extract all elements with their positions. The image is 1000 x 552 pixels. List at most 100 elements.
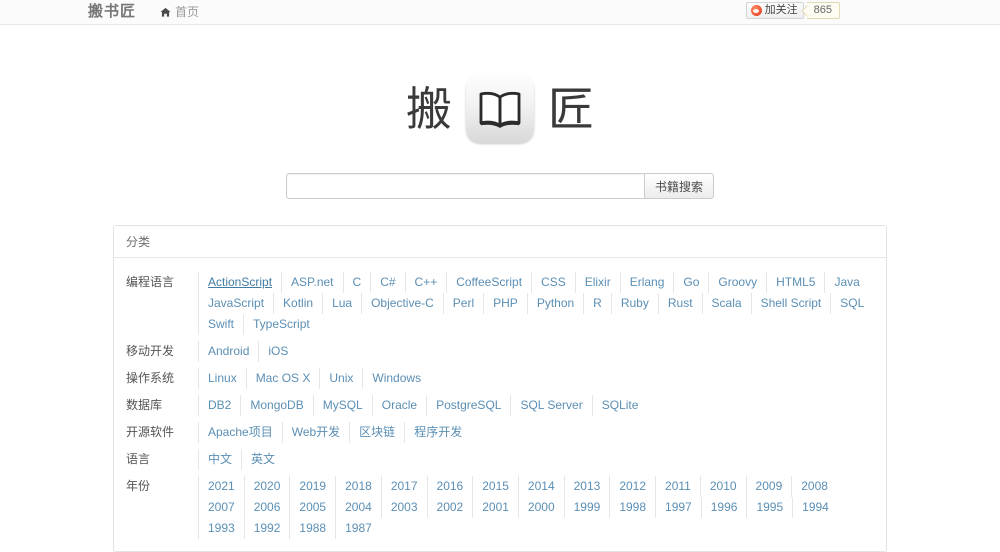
category-link[interactable]: 2012 <box>609 476 655 497</box>
category-row-label: 数据库 <box>126 398 163 412</box>
category-link[interactable]: 2020 <box>243 476 290 497</box>
nav-item-home[interactable]: 首页 <box>160 0 199 24</box>
category-link[interactable]: 2010 <box>699 476 746 497</box>
category-link[interactable]: Windows <box>362 368 430 389</box>
search-button[interactable]: 书籍搜索 <box>643 173 714 199</box>
category-link[interactable]: 2009 <box>745 476 792 497</box>
category-link[interactable]: 1998 <box>609 497 655 518</box>
category-link[interactable]: 1994 <box>792 497 838 518</box>
category-row-items: Linux Mac OS X Unix Windows <box>198 362 874 389</box>
category-link[interactable]: 2019 <box>289 476 335 497</box>
category-link[interactable]: Lua <box>322 293 361 314</box>
category-link[interactable]: ActionScript <box>198 272 281 293</box>
category-link[interactable]: 1999 <box>563 497 610 518</box>
category-link[interactable]: Swift <box>198 314 243 335</box>
category-row-items: ActionScript ASP.net C C# C++ CoffeeScript CSS… <box>198 266 874 335</box>
category-link[interactable]: 1988 <box>289 518 335 539</box>
category-link[interactable]: C++ <box>404 272 447 293</box>
category-link[interactable]: 程序开发 <box>404 422 471 443</box>
category-link[interactable]: Go <box>673 272 708 293</box>
category-row-label: 移动开发 <box>126 344 175 358</box>
category-link[interactable]: CSS <box>531 272 575 293</box>
category-link[interactable]: 2015 <box>472 476 518 497</box>
category-link[interactable]: R <box>583 293 611 314</box>
category-link[interactable]: 英文 <box>241 449 284 470</box>
category-link[interactable]: Groovy <box>708 272 766 293</box>
category-link[interactable]: Linux <box>198 368 246 389</box>
category-link[interactable]: 2006 <box>243 497 290 518</box>
category-link[interactable]: SQL <box>830 293 873 314</box>
category-link[interactable]: 2008 <box>791 476 837 497</box>
category-link[interactable]: Apache项目 <box>198 422 282 443</box>
home-icon <box>160 7 171 18</box>
category-link[interactable]: Mac OS X <box>245 368 320 389</box>
category-link[interactable]: 2000 <box>517 497 564 518</box>
site-logo[interactable]: 搬 匠 <box>0 71 1000 147</box>
category-link[interactable]: 1993 <box>198 518 244 539</box>
category-link[interactable]: 1987 <box>335 518 381 539</box>
category-link[interactable]: Perl <box>442 293 483 314</box>
search-input[interactable] <box>285 173 644 199</box>
category-link[interactable]: SQLite <box>591 395 648 416</box>
category-link[interactable]: SQL Server <box>510 395 591 416</box>
category-link[interactable]: 2016 <box>426 476 473 497</box>
category-link[interactable]: 1995 <box>746 497 792 518</box>
category-link[interactable]: CoffeeScript <box>446 272 531 293</box>
category-link[interactable]: Ruby <box>610 293 658 314</box>
category-link[interactable]: TypeScript <box>243 314 319 335</box>
category-link[interactable]: iOS <box>258 341 297 362</box>
category-link[interactable]: 区块链 <box>349 422 404 443</box>
category-link[interactable]: 2003 <box>380 497 427 518</box>
category-link[interactable]: 1992 <box>243 518 290 539</box>
category-link[interactable]: Elixir <box>574 272 620 293</box>
category-link[interactable]: 中文 <box>198 449 241 470</box>
category-row-items: Apache项目 Web开发 区块链 程序开发 <box>198 416 874 443</box>
category-link[interactable]: 2005 <box>289 497 335 518</box>
category-link[interactable]: 2011 <box>655 476 700 497</box>
category-link[interactable]: Kotlin <box>273 293 322 314</box>
category-link[interactable]: 2004 <box>335 497 381 518</box>
category-link[interactable]: 2018 <box>335 476 381 497</box>
category-link[interactable]: 2017 <box>380 476 427 497</box>
category-link[interactable]: 2014 <box>517 476 564 497</box>
top-navbar: 搬书匠 首页 加关注 865 <box>0 0 1000 25</box>
category-link[interactable]: Oracle <box>371 395 426 416</box>
category-link[interactable]: Shell Script <box>750 293 831 314</box>
category-link[interactable]: C <box>342 272 371 293</box>
category-link[interactable]: 2021 <box>198 476 244 497</box>
category-link[interactable]: Scala <box>701 293 751 314</box>
category-link[interactable]: 2002 <box>426 497 473 518</box>
category-link[interactable]: HTML5 <box>766 272 824 293</box>
category-link[interactable]: MongoDB <box>240 395 312 416</box>
category-link[interactable]: Unix <box>319 368 362 389</box>
site-brand[interactable]: 搬书匠 <box>88 0 136 24</box>
category-link[interactable]: Web开发 <box>281 422 349 443</box>
category-row-label: 开源软件 <box>126 425 175 439</box>
category-link[interactable]: Java <box>824 272 868 293</box>
category-link[interactable]: Android <box>198 341 258 362</box>
weibo-icon <box>750 5 762 16</box>
category-link[interactable]: ASP.net <box>281 272 342 293</box>
category-link[interactable]: Erlang <box>619 272 674 293</box>
weibo-follow-button[interactable]: 加关注 <box>745 2 804 19</box>
category-row-items: 中文 英文 <box>198 443 874 470</box>
category-link[interactable]: 2007 <box>198 497 244 518</box>
category-link[interactable]: Rust <box>657 293 702 314</box>
category-link[interactable]: PostgreSQL <box>426 395 510 416</box>
category-link[interactable]: 2013 <box>563 476 610 497</box>
category-link[interactable]: 2001 <box>472 497 518 518</box>
search-form: 书籍搜索 <box>285 173 714 199</box>
category-row-label: 年份 <box>126 479 151 493</box>
category-link[interactable]: 1997 <box>655 497 701 518</box>
category-link[interactable]: Python <box>526 293 583 314</box>
category-link[interactable]: PHP <box>483 293 527 314</box>
category-link[interactable]: C# <box>370 272 404 293</box>
category-link[interactable]: DB2 <box>198 395 240 416</box>
category-link[interactable]: JavaScript <box>198 293 273 314</box>
logo-char-left: 搬 <box>406 82 452 136</box>
nav-links: 首页 <box>160 0 199 24</box>
category-link[interactable]: 1996 <box>700 497 747 518</box>
category-link[interactable]: Objective-C <box>361 293 443 314</box>
category-link[interactable]: MySQL <box>312 395 372 416</box>
category-row: 年份 2021 2020 2019 2018 2017 2016 2015 2014 2013 20… <box>126 470 874 539</box>
